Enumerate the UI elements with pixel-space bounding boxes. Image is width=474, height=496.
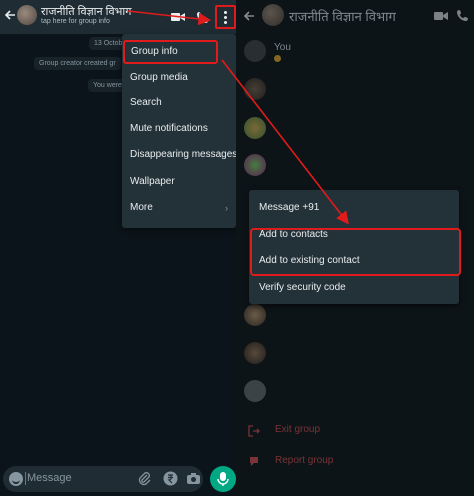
message-composer[interactable]: Message <box>3 466 203 492</box>
camera-icon[interactable] <box>186 471 201 486</box>
exit-icon <box>248 424 260 437</box>
highlight-box <box>250 228 461 276</box>
back-arrow-icon[interactable] <box>242 9 256 23</box>
menu-item-search[interactable]: Search <box>122 91 236 115</box>
emoji-icon[interactable] <box>9 472 23 486</box>
menu-item-wallpaper[interactable]: Wallpaper <box>122 170 236 194</box>
message-input[interactable]: Message <box>25 472 72 485</box>
chat-header[interactable]: राजनीति विज्ञान विभाग tap here for group… <box>0 0 236 34</box>
menu-item-disappearing-messages[interactable]: Disappearing messages <box>122 143 237 167</box>
video-call-icon[interactable] <box>171 10 185 22</box>
phone-icon[interactable] <box>196 10 210 23</box>
phone-icon[interactable] <box>456 9 470 23</box>
member-avatar[interactable] <box>244 342 266 364</box>
attach-icon[interactable] <box>137 471 152 486</box>
menu-item-group-info[interactable]: Group info <box>123 40 218 64</box>
member-avatar[interactable] <box>244 78 266 100</box>
system-message: Group creator created gr <box>34 57 121 70</box>
overflow-menu: Group info Group media Search Mute notif… <box>122 34 237 228</box>
chevron-right-icon: › <box>225 203 228 213</box>
group-name[interactable]: राजनीति विज्ञान विभाग <box>41 4 131 19</box>
menu-item-message[interactable]: Message +91 <box>259 202 319 213</box>
group-name: राजनीति विज्ञान विभाग <box>289 9 396 24</box>
menu-item-verify-security-code[interactable]: Verify security code <box>259 282 346 293</box>
member-name-you: You <box>274 42 291 53</box>
member-avatar[interactable] <box>244 117 266 139</box>
more-vert-icon[interactable] <box>215 5 236 29</box>
report-group-button[interactable]: Report group <box>275 455 333 466</box>
menu-item-group-media[interactable]: Group media <box>122 66 236 90</box>
member-avatar[interactable] <box>244 154 266 176</box>
report-icon <box>248 455 260 467</box>
back-arrow-icon[interactable] <box>3 8 17 22</box>
mic-button[interactable] <box>210 466 236 492</box>
group-subtitle[interactable]: tap here for group info <box>41 18 110 25</box>
menu-item-mute-notifications[interactable]: Mute notifications <box>122 117 236 141</box>
member-avatar[interactable] <box>244 40 266 62</box>
member-avatar[interactable] <box>244 380 266 402</box>
menu-item-more[interactable]: More › <box>122 196 236 220</box>
mic-icon <box>217 472 229 486</box>
exit-group-button[interactable]: Exit group <box>275 424 320 435</box>
member-avatar[interactable] <box>244 304 266 326</box>
status-emoji <box>274 55 281 62</box>
group-avatar[interactable] <box>262 4 284 26</box>
rupee-icon[interactable] <box>163 471 178 486</box>
video-call-icon[interactable] <box>434 9 448 23</box>
menu-item-more-label: More <box>130 202 153 213</box>
group-avatar[interactable] <box>17 5 37 25</box>
